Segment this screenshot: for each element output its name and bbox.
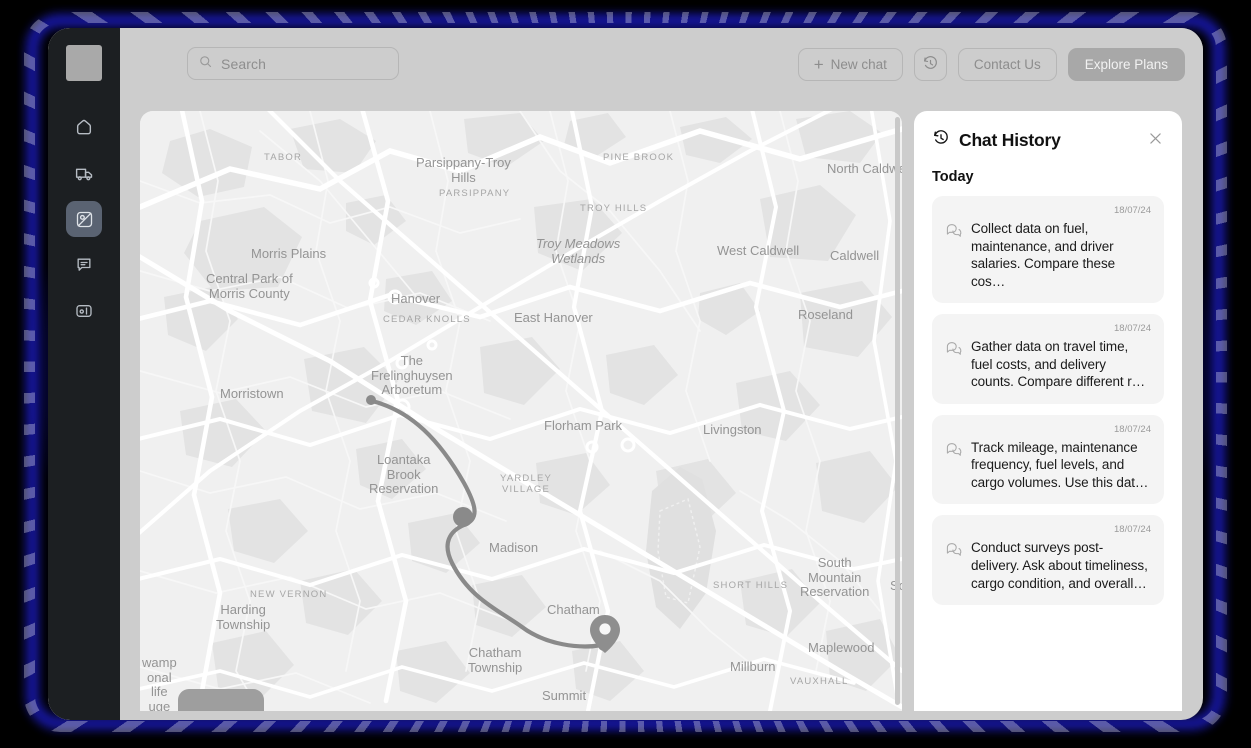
bar-chart-icon [74,301,94,321]
search-icon [198,54,213,74]
history-clock-icon [932,129,950,152]
chat-item-text: Collect data on fuel, maintenance, and d… [971,221,1116,289]
sidebar-item-chat[interactable] [66,247,102,283]
map-scrollbar[interactable] [895,117,900,705]
chat-item-date: 18/07/24 [1114,423,1151,435]
top-bar-actions: + New chat Contact Us Explore Plans [797,48,1185,81]
chat-history-header: Chat History [932,129,1164,152]
new-chat-label: New chat [830,57,887,72]
history-clock-icon [922,55,939,75]
new-chat-button[interactable]: + New chat [797,48,903,81]
chat-item-text: Track mileage, maintenance frequency, fu… [971,439,1149,490]
sidebar-item-analytics[interactable] [66,293,102,329]
sidebar-item-home[interactable] [66,109,102,145]
chat-history-panel: Chat History Today 18/07/24 Collect data… [914,111,1182,711]
chat-history-item[interactable]: 18/07/24 Conduct surveys post-delivery. … [932,515,1164,606]
sidebar [48,28,120,720]
chat-bubble-icon [74,255,94,275]
chat-item-text: Gather data on travel time, fuel costs, … [971,339,1146,390]
chat-item-row: Conduct surveys post-delivery. Ask about… [945,539,1151,592]
chat-bubble-icon [945,541,962,563]
chat-item-date: 18/07/24 [1114,323,1151,335]
chat-history-item[interactable]: 18/07/24 Collect data on fuel, maintenan… [932,196,1164,304]
sidebar-items [66,109,102,329]
chat-item-date: 18/07/24 [1114,205,1151,216]
map-bottom-control[interactable] [178,689,264,711]
search-input[interactable]: Search [187,47,399,80]
chat-item-text: Conduct surveys post-delivery. Ask about… [971,540,1148,591]
map-canvas [140,111,902,711]
app-logo[interactable] [66,45,102,81]
sidebar-item-fleet[interactable] [66,155,102,191]
top-bar: Search + New chat Contact Us Explore Pla… [120,28,1203,124]
route-waypoint-dot [453,507,473,527]
contact-us-label: Contact Us [973,57,1041,72]
home-icon [74,117,94,137]
chat-bubble-icon [945,340,962,362]
close-icon[interactable] [1147,130,1164,152]
route-start-dot [366,395,376,405]
chat-item-row: Collect data on fuel, maintenance, and d… [945,220,1151,290]
map-view[interactable]: TABOR Parsippany-Troy Hills PINE BROOK Nort… [140,111,902,711]
explore-plans-button[interactable]: Explore Plans [1067,48,1185,81]
plus-icon: + [813,55,824,74]
chat-bubble-icon [945,441,962,463]
chat-history-list: 18/07/24 Collect data on fuel, maintenan… [932,196,1164,606]
chat-history-item[interactable]: 18/07/24 Track mileage, maintenance freq… [932,414,1164,505]
map-pin-icon [74,209,95,230]
truck-icon [74,163,95,184]
chat-history-button[interactable] [913,48,947,81]
page-title: Chat History [959,130,1061,150]
chat-history-item[interactable]: 18/07/24 Gather data on travel time, fue… [932,314,1164,404]
explore-plans-label: Explore Plans [1084,57,1168,72]
chat-item-row: Track mileage, maintenance frequency, fu… [945,439,1151,492]
chat-item-row: Gather data on travel time, fuel costs, … [945,338,1151,391]
sidebar-item-map[interactable] [66,201,102,237]
contact-us-button[interactable]: Contact Us [957,48,1057,81]
app-window: Search + New chat Contact Us Explore Pla… [48,28,1203,720]
screen: Search + New chat Contact Us Explore Pla… [0,0,1251,748]
chat-history-section-label: Today [932,169,974,185]
search-placeholder: Search [221,55,266,72]
chat-item-date: 18/07/24 [1114,524,1151,536]
chat-bubble-icon [945,222,962,244]
